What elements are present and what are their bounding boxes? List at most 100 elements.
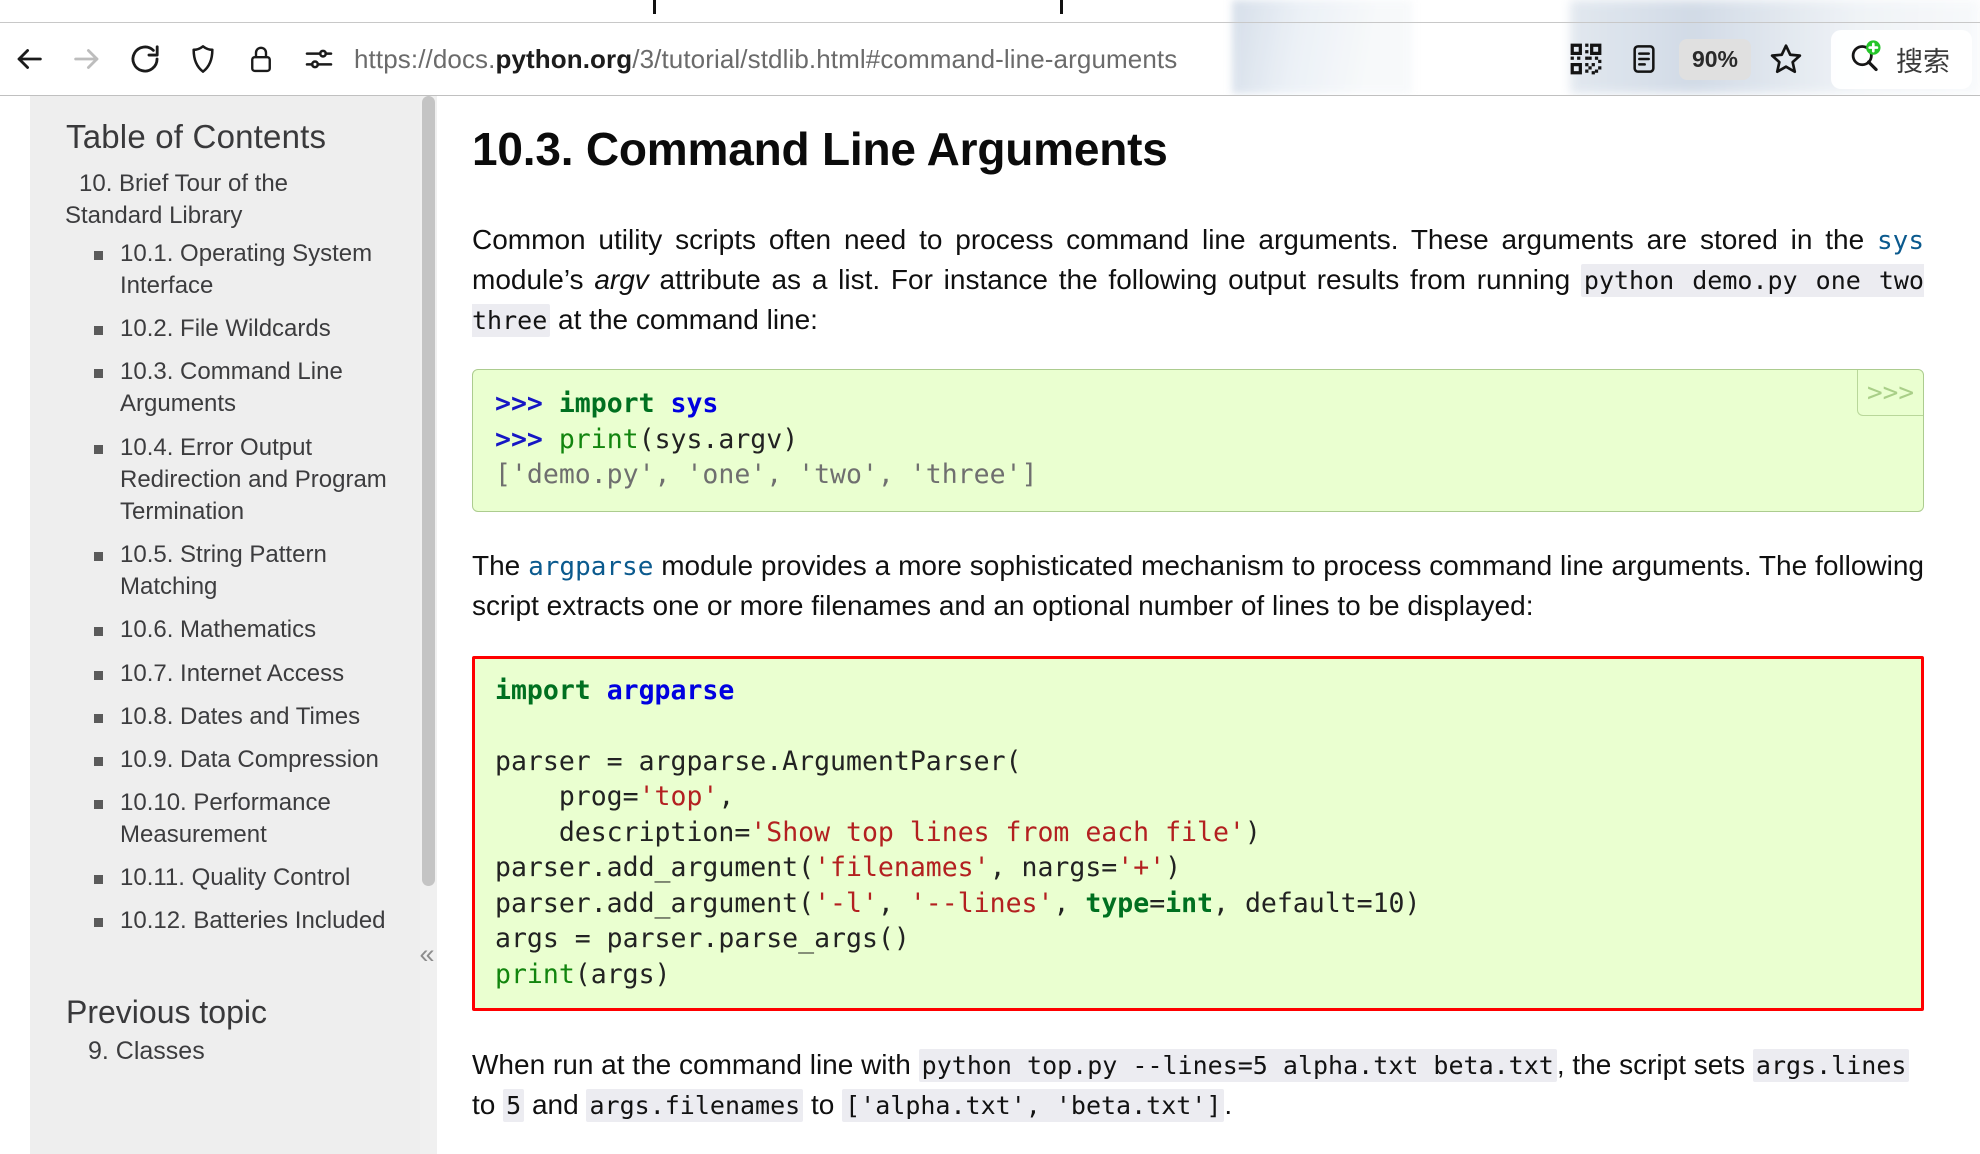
inline-code-file-list: ['alpha.txt', 'beta.txt'] bbox=[842, 1088, 1225, 1122]
reader-view-button[interactable] bbox=[1615, 30, 1673, 88]
reload-button[interactable] bbox=[116, 30, 174, 88]
usage-text-e: to bbox=[803, 1088, 843, 1120]
forward-arrow-icon bbox=[70, 42, 104, 76]
code-block-argparse-content: import argparse parser = argparse.Argume… bbox=[495, 673, 1901, 993]
sidebar-item-10-6[interactable]: 10.6. Mathematics bbox=[66, 614, 394, 646]
intro-text-b: module’s bbox=[472, 263, 595, 295]
intro-text-d: at the command line: bbox=[550, 303, 818, 335]
tracking-protection-button[interactable] bbox=[174, 30, 232, 88]
address-bar[interactable]: https://docs.python.org/3/tutorial/stdli… bbox=[348, 30, 1557, 88]
qr-code-button[interactable] bbox=[1557, 30, 1615, 88]
intro-text-a: Common utility scripts often need to pro… bbox=[472, 224, 1878, 255]
usage-text-c: to bbox=[472, 1088, 504, 1120]
code-block-doctest: >>> >>> import sys >>> print(sys.argv) [… bbox=[472, 369, 1924, 512]
code-parser-init: parser = argparse.ArgumentParser( bbox=[495, 745, 1022, 777]
sidebar-item-10-5[interactable]: 10.5. String Pattern Matching bbox=[66, 539, 394, 603]
previous-topic-link[interactable]: 9. Classes bbox=[66, 1037, 394, 1066]
sidebar-item-10-12[interactable]: 10.12. Batteries Included bbox=[66, 905, 394, 937]
sidebar-item-10-11[interactable]: 10.11. Quality Control bbox=[66, 862, 394, 894]
back-button[interactable] bbox=[0, 30, 58, 88]
sidebar-item-10-2[interactable]: 10.2. File Wildcards bbox=[66, 313, 394, 345]
prompt-1: >>> bbox=[495, 388, 559, 420]
keyword-type: type bbox=[1085, 887, 1150, 919]
code-parse-args: args = parser.parse_args() bbox=[495, 923, 910, 955]
toc-chapter-line2: Standard Library bbox=[65, 201, 243, 229]
bookmark-button[interactable] bbox=[1757, 30, 1815, 88]
sys-module-link[interactable]: sys bbox=[1877, 226, 1924, 256]
search-plus-icon bbox=[1847, 39, 1883, 80]
code-print-args-1: (sys.argv) bbox=[638, 423, 799, 455]
string-filenames: 'filenames' bbox=[814, 852, 990, 884]
code-prog-post: , bbox=[718, 781, 735, 813]
code-addarg2-pre: parser.add_argument( bbox=[495, 887, 815, 919]
sidebar-item-10-4[interactable]: 10.4. Error Output Redirection and Progr… bbox=[66, 432, 394, 528]
code-addarg1-pre: parser.add_argument( bbox=[495, 852, 815, 884]
sidebar-scrollbar-thumb[interactable] bbox=[422, 96, 435, 886]
argparse-text-b: module provides a more sophisticated mec… bbox=[472, 549, 1924, 621]
star-icon bbox=[1769, 42, 1803, 76]
code-addarg2-mid2: , bbox=[1053, 887, 1086, 919]
keyword-import-1: import bbox=[558, 388, 655, 420]
forward-button[interactable] bbox=[58, 30, 116, 88]
usage-text-f: . bbox=[1224, 1088, 1233, 1120]
page-content: Table of Contents 10. Brief Tour of the … bbox=[0, 96, 1980, 1154]
lock-icon bbox=[246, 44, 276, 74]
string-top: 'top' bbox=[638, 781, 719, 813]
toc-title: Table of Contents bbox=[66, 118, 327, 155]
sidebar-item-10-10[interactable]: 10.10. Performance Measurement bbox=[66, 787, 394, 851]
toggle-prompts-button[interactable]: >>> bbox=[1857, 370, 1923, 417]
sidebar: Table of Contents 10. Brief Tour of the … bbox=[30, 96, 420, 1154]
browser-chrome: https://docs.python.org/3/tutorial/stdli… bbox=[0, 0, 1980, 96]
code-addarg2-mid4: , default= bbox=[1213, 887, 1373, 919]
reload-icon bbox=[128, 42, 162, 76]
site-permissions-button[interactable] bbox=[290, 30, 348, 88]
navigation-toolbar: https://docs.python.org/3/tutorial/stdli… bbox=[0, 23, 1980, 95]
code-desc-post: ) bbox=[1244, 816, 1261, 848]
argparse-module-link[interactable]: argparse bbox=[528, 552, 653, 582]
code-prog-pre: prog= bbox=[495, 781, 639, 813]
toc-chapter-link[interactable]: 10. Brief Tour of the Standard Library bbox=[65, 168, 394, 232]
sidebar-item-10-7[interactable]: 10.7. Internet Access bbox=[66, 658, 394, 690]
number-default-10: 10 bbox=[1372, 887, 1405, 919]
fn-print-2: print bbox=[495, 958, 575, 990]
sidebar-item-10-8[interactable]: 10.8. Dates and Times bbox=[66, 701, 394, 733]
string-lines-flag: '--lines' bbox=[909, 887, 1054, 919]
intro-paragraph: Common utility scripts often need to pro… bbox=[472, 220, 1924, 339]
sidebar-item-10-1[interactable]: 10.1. Operating System Interface bbox=[66, 238, 394, 302]
sidebar-item-10-9[interactable]: 10.9. Data Compression bbox=[66, 744, 394, 776]
url-text: https://docs.python.org/3/tutorial/stdli… bbox=[354, 43, 1178, 74]
search-extension-button[interactable]: 搜索 bbox=[1831, 29, 1972, 89]
usage-paragraph: When run at the command line with python… bbox=[472, 1045, 1924, 1125]
string-dash-l: '-l' bbox=[814, 887, 878, 919]
keyword-import-2: import bbox=[495, 674, 591, 706]
zoom-level-button[interactable]: 90% bbox=[1678, 38, 1751, 80]
sidebar-scrollbar[interactable] bbox=[420, 96, 437, 1154]
active-tab[interactable] bbox=[653, 0, 1063, 14]
usage-text-a: When run at the command line with bbox=[472, 1049, 919, 1081]
reader-view-icon bbox=[1628, 43, 1660, 75]
site-security-button[interactable] bbox=[232, 30, 290, 88]
code-addarg2-eq: = bbox=[1149, 887, 1166, 919]
code-addarg2-post: ) bbox=[1404, 887, 1421, 919]
prompt-2: >>> bbox=[495, 423, 559, 455]
sidebar-collapse-button[interactable]: « bbox=[414, 934, 440, 974]
doctest-output: ['demo.py', 'one', 'two', 'three'] bbox=[495, 459, 1038, 491]
intro-text-c: attribute as a list. For instance the fo… bbox=[648, 263, 1581, 295]
code-addarg1-mid: , nargs= bbox=[989, 852, 1118, 884]
code-desc-pre: description= bbox=[495, 816, 751, 848]
argparse-paragraph: The argparse module provides a more soph… bbox=[472, 546, 1924, 626]
module-argparse: argparse bbox=[590, 674, 735, 706]
string-nargs-plus: '+' bbox=[1117, 852, 1166, 884]
shield-icon bbox=[187, 43, 219, 75]
code-block-argparse: import argparse parser = argparse.Argume… bbox=[472, 655, 1924, 1012]
module-sys: sys bbox=[654, 388, 719, 420]
string-description: 'Show top lines from each file' bbox=[750, 816, 1245, 848]
inline-code-top-py: python top.py --lines=5 alpha.txt beta.t… bbox=[918, 1049, 1557, 1083]
usage-text-d: and bbox=[524, 1088, 587, 1120]
argv-emphasis: argv bbox=[594, 263, 649, 295]
page-title: 10.3. Command Line Arguments bbox=[472, 123, 1168, 175]
back-arrow-icon bbox=[12, 42, 46, 76]
code-print-args-2: (args) bbox=[574, 958, 671, 990]
builtin-int: int bbox=[1165, 887, 1214, 919]
sidebar-item-10-3[interactable]: 10.3. Command Line Arguments bbox=[66, 356, 394, 420]
